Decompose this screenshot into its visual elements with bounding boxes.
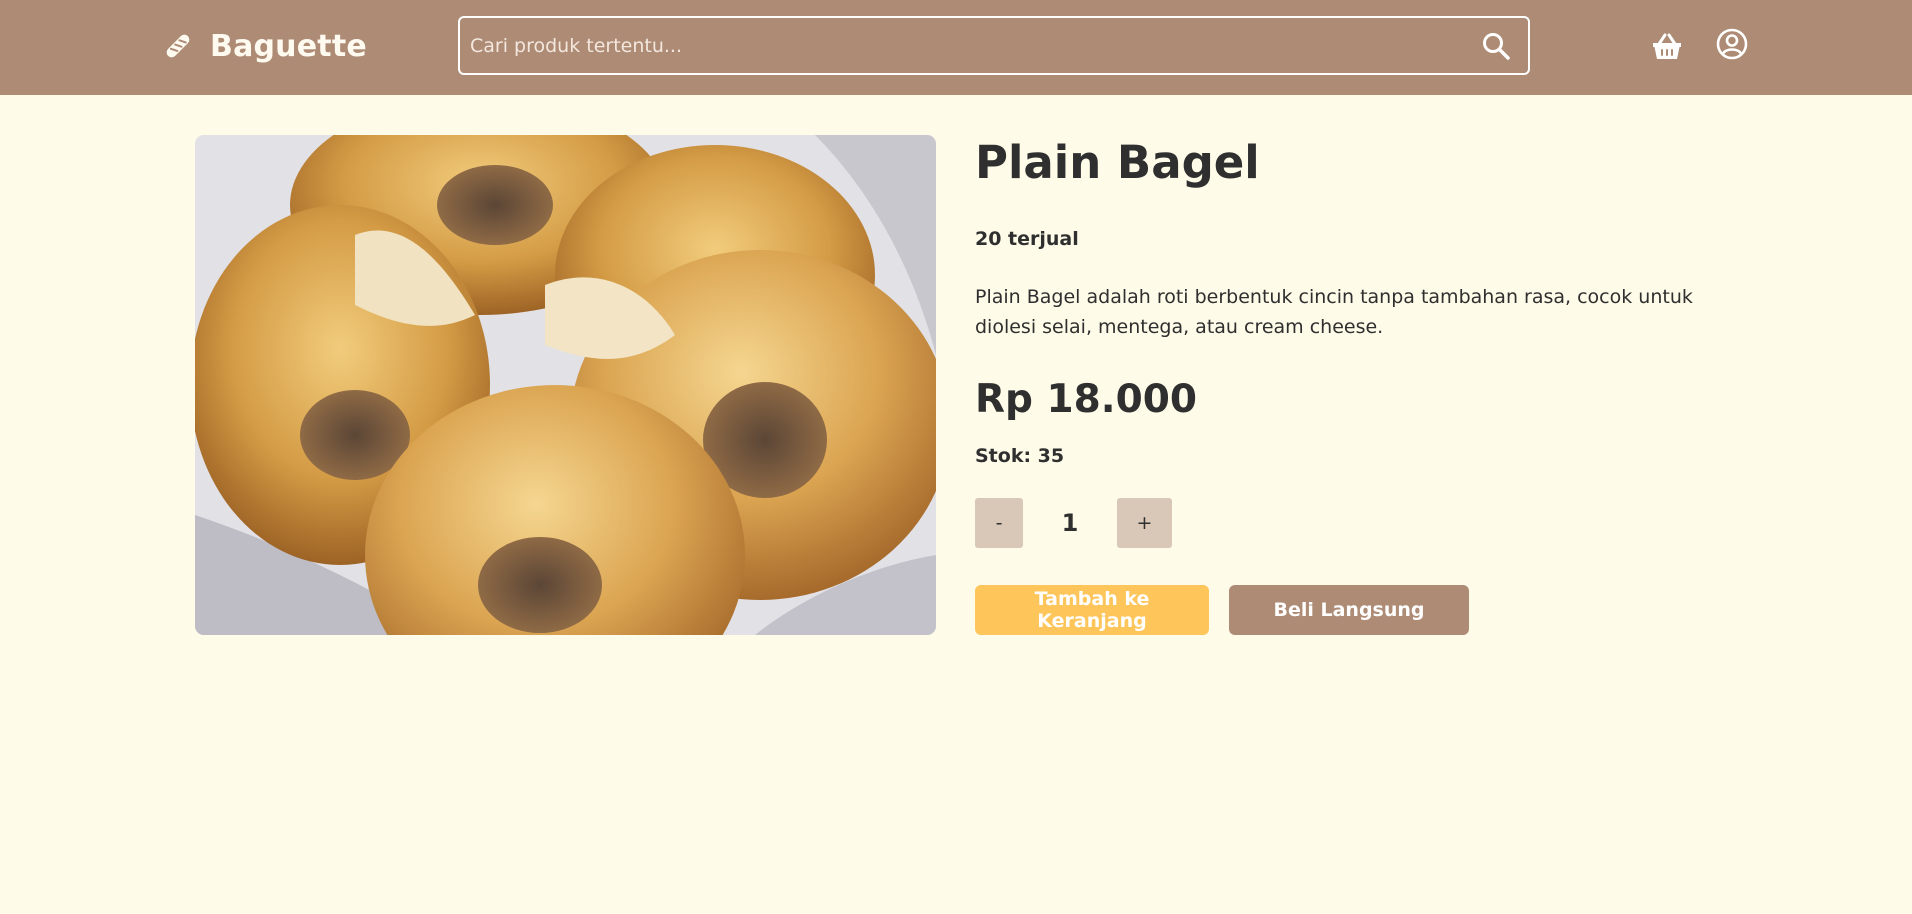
baguette-icon [166, 34, 190, 58]
product-description: Plain Bagel adalah roti berbentuk cincin… [975, 286, 1693, 338]
user-circle-icon[interactable] [1716, 28, 1748, 60]
quantity-stepper: - 1 + [975, 498, 1172, 548]
navbar: Baguette [0, 0, 1912, 95]
product-price: Rp 18.000 [975, 377, 1198, 422]
brand-name: Baguette [210, 28, 367, 64]
sold-count: 20 terjual [975, 228, 1079, 250]
basket-icon[interactable] [1650, 30, 1684, 64]
search-icon[interactable] [1480, 30, 1512, 62]
increment-button[interactable]: + [1117, 498, 1172, 548]
search-input[interactable] [460, 18, 1480, 73]
stock-count: Stok: 35 [975, 445, 1065, 467]
product-image [195, 135, 936, 635]
add-to-cart-button[interactable]: Tambah ke Keranjang [975, 585, 1209, 635]
brand-link[interactable]: Baguette [164, 26, 367, 66]
action-buttons: Tambah ke Keranjang Beli Langsung [975, 585, 1469, 635]
buy-now-button[interactable]: Beli Langsung [1229, 585, 1469, 635]
quantity-value: 1 [1061, 509, 1079, 537]
bagel-photo [195, 135, 936, 635]
product-title: Plain Bagel [975, 136, 1260, 189]
decrement-button[interactable]: - [975, 498, 1023, 548]
search-bar [458, 16, 1530, 75]
